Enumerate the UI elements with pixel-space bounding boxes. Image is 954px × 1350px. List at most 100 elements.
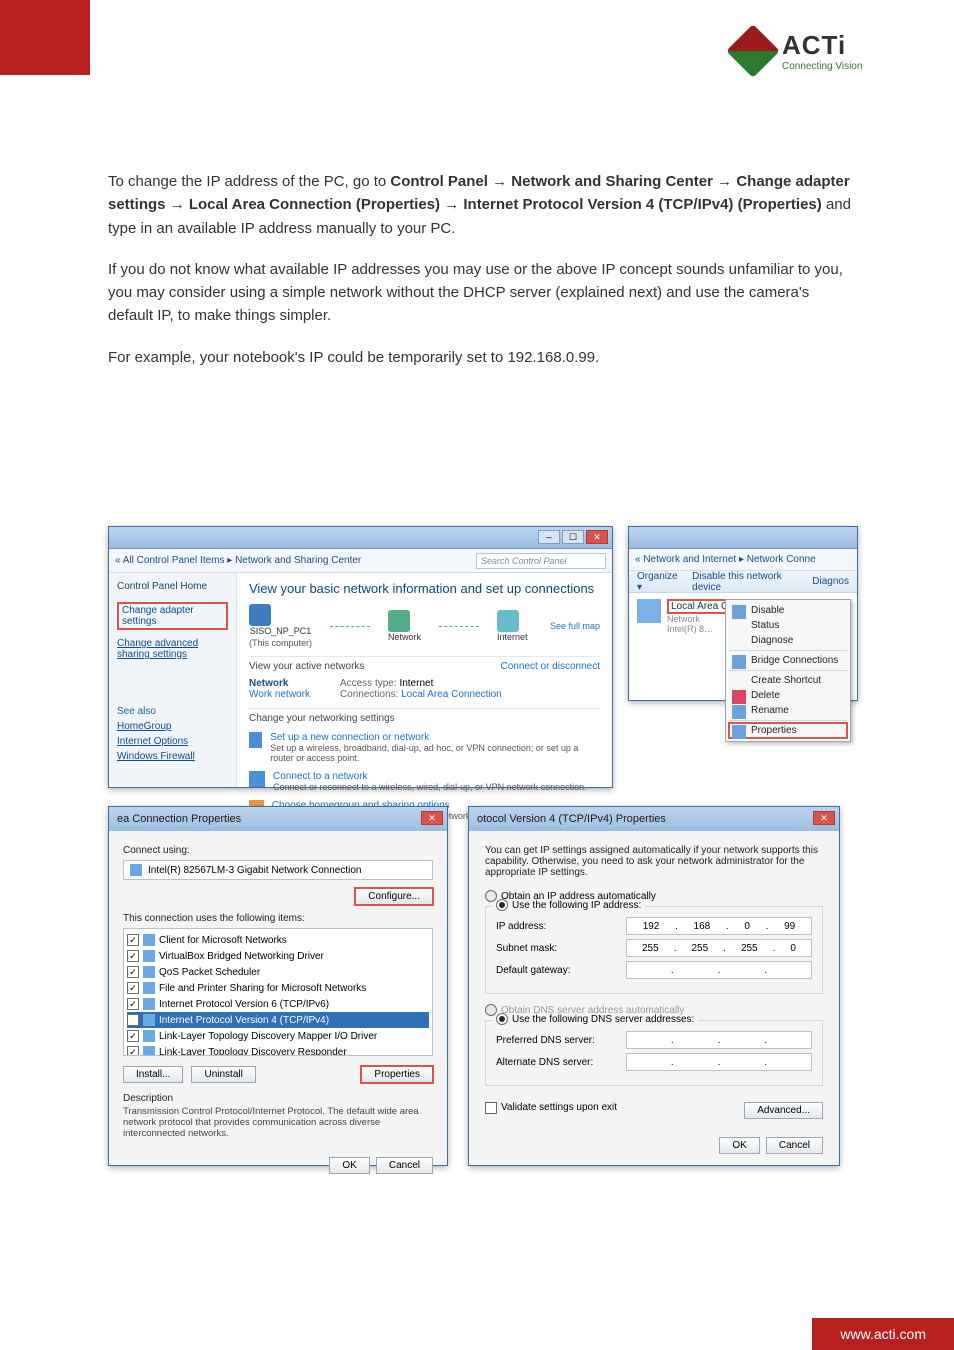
setup-new-connection-item[interactable]: Set up a new connection or networkSet up…: [249, 732, 600, 763]
list-item[interactable]: ✓Client for Microsoft Networks: [127, 932, 429, 948]
access-type-value: Internet: [399, 678, 433, 689]
protocol-icon: [143, 998, 155, 1010]
menu-separator: [729, 670, 847, 671]
address-bar[interactable]: « Network and Internet ▸ Network Conne: [629, 549, 857, 571]
preferred-dns-label: Preferred DNS server:: [496, 1035, 626, 1046]
connections-label: Connections:: [340, 689, 398, 700]
menu-properties[interactable]: Properties: [729, 723, 847, 738]
checkbox[interactable]: ✓: [127, 1046, 139, 1056]
organize-menu[interactable]: Organize ▾: [637, 571, 680, 593]
menu-disable[interactable]: Disable: [729, 603, 847, 618]
close-button[interactable]: ✕: [813, 811, 835, 825]
checkbox[interactable]: ✓: [127, 1014, 139, 1026]
validate-settings-checkbox[interactable]: Validate settings upon exit Advanced...: [485, 1096, 823, 1119]
item-label: VirtualBox Bridged Networking Driver: [159, 951, 324, 962]
radio-icon: [485, 890, 497, 902]
menu-bridge[interactable]: Bridge Connections: [729, 653, 847, 668]
ok-button[interactable]: OK: [719, 1137, 759, 1154]
dialog-titlebar[interactable]: ea Connection Properties ✕: [109, 807, 447, 831]
cancel-button[interactable]: Cancel: [766, 1137, 823, 1154]
homegroup-link[interactable]: HomeGroup: [117, 721, 228, 732]
menu-separator: [729, 650, 847, 651]
dialog-titlebar[interactable]: otocol Version 4 (TCP/IPv4) Properties ✕: [469, 807, 839, 831]
alternate-dns-input[interactable]: . . .: [626, 1053, 812, 1071]
preferred-dns-input[interactable]: . . .: [626, 1031, 812, 1049]
network-type-link[interactable]: Work network: [249, 689, 310, 700]
install-button[interactable]: Install...: [123, 1066, 183, 1083]
protocol-list[interactable]: ✓Client for Microsoft Networks ✓ VirtualB…: [123, 928, 433, 1056]
change-networking-heading: Change your networking settings: [249, 708, 600, 724]
item-title: Set up a new connection or network: [270, 732, 600, 743]
disable-device-button[interactable]: Disable this network device: [692, 571, 800, 593]
default-gateway-input[interactable]: . . .: [626, 961, 812, 979]
minimize-button[interactable]: –: [538, 530, 560, 544]
use-following-ip-radio[interactable]: Use the following IP address:: [492, 899, 645, 911]
address-bar[interactable]: « All Control Panel Items ▸ Network and …: [109, 549, 612, 573]
ok-button[interactable]: OK: [329, 1157, 369, 1174]
node-label: Internet: [497, 632, 528, 642]
protocol-icon: [143, 934, 155, 946]
use-following-dns-radio[interactable]: Use the following DNS server addresses:: [492, 1013, 698, 1025]
breadcrumb[interactable]: « All Control Panel Items ▸ Network and …: [115, 555, 361, 566]
list-item[interactable]: ✓QoS Packet Scheduler: [127, 964, 429, 980]
list-item-ipv4[interactable]: ✓ Internet Protocol Version 4 (TCP/IPv4): [127, 1012, 429, 1028]
text-bold: Local Area Connection (Properties): [189, 196, 440, 213]
default-gateway-label: Default gateway:: [496, 965, 626, 976]
connect-disconnect-link[interactable]: Connect or disconnect: [500, 661, 600, 672]
properties-button[interactable]: Properties: [361, 1066, 433, 1083]
computer-icon: [249, 604, 271, 626]
item-label: Internet Protocol Version 6 (TCP/IPv6): [159, 999, 329, 1010]
map-connector-icon: [330, 626, 370, 627]
list-item[interactable]: ✓Link-Layer Topology Discovery Mapper I/…: [127, 1028, 429, 1044]
checkbox[interactable]: ✓: [127, 934, 139, 946]
menu-label: Diagnose: [751, 635, 793, 646]
advanced-button[interactable]: Advanced...: [744, 1102, 823, 1119]
internet-options-link[interactable]: Internet Options: [117, 736, 228, 747]
menu-diagnose[interactable]: Diagnose: [729, 633, 847, 648]
window-titlebar[interactable]: – ☐ ✕: [109, 527, 612, 549]
item-label: Internet Protocol Version 4 (TCP/IPv4): [159, 1015, 329, 1026]
checkbox[interactable]: ✓: [127, 982, 139, 994]
checkbox[interactable]: ✓: [127, 966, 139, 978]
brand-tagline: Connecting Vision: [782, 61, 862, 72]
close-button[interactable]: ✕: [421, 811, 443, 825]
uninstall-button[interactable]: Uninstall: [191, 1066, 255, 1083]
diagnose-button[interactable]: Diagnos: [812, 576, 849, 587]
checkbox[interactable]: ✓: [127, 1030, 139, 1042]
checkbox[interactable]: ✓: [127, 998, 139, 1010]
protocol-icon: [143, 982, 155, 994]
list-item[interactable]: ✓File and Printer Sharing for Microsoft …: [127, 980, 429, 996]
menu-shortcut[interactable]: Create Shortcut: [729, 673, 847, 688]
ip-octet: 99: [784, 921, 795, 932]
window-titlebar[interactable]: [629, 527, 857, 549]
dialog-title-text: ea Connection Properties: [117, 813, 241, 825]
connect-network-item[interactable]: Connect to a networkConnect or reconnect…: [249, 771, 600, 792]
change-adapter-settings-link[interactable]: Change adapter settings: [117, 602, 228, 630]
menu-status[interactable]: Status: [729, 618, 847, 633]
windows-firewall-link[interactable]: Windows Firewall: [117, 751, 228, 762]
close-button[interactable]: ✕: [586, 530, 608, 544]
list-item[interactable]: ✓ Internet Protocol Version 6 (TCP/IPv6): [127, 996, 429, 1012]
network-connections-window: « Network and Internet ▸ Network Conne O…: [628, 526, 858, 701]
ip-octet: 0: [790, 943, 796, 954]
menu-label: Delete: [751, 690, 780, 701]
menu-rename[interactable]: Rename: [729, 703, 847, 718]
configure-button[interactable]: Configure...: [355, 888, 433, 905]
checkbox[interactable]: ✓: [127, 950, 139, 962]
alternate-dns-label: Alternate DNS server:: [496, 1057, 626, 1068]
maximize-button[interactable]: ☐: [562, 530, 584, 544]
search-input[interactable]: Search Control Panel: [476, 553, 606, 569]
list-item[interactable]: ✓ VirtualBox Bridged Networking Driver: [127, 948, 429, 964]
instruction-paragraph-1: To change the IP address of the PC, go t…: [108, 170, 854, 240]
see-full-map-link[interactable]: See full map: [550, 621, 600, 631]
control-panel-home-heading[interactable]: Control Panel Home: [117, 581, 228, 592]
local-area-connection-link[interactable]: Local Area Connection: [401, 689, 502, 700]
subnet-mask-input[interactable]: 255.255.255.0: [626, 939, 812, 957]
menu-delete[interactable]: Delete: [729, 688, 847, 703]
internet-icon: [497, 610, 519, 632]
cancel-button[interactable]: Cancel: [376, 1157, 433, 1174]
list-item[interactable]: ✓Link-Layer Topology Discovery Responder: [127, 1044, 429, 1056]
ip-address-input[interactable]: 192.168.0.99: [626, 917, 812, 935]
subnet-mask-label: Subnet mask:: [496, 943, 626, 954]
change-advanced-sharing-link[interactable]: Change advanced sharing settings: [117, 638, 228, 660]
